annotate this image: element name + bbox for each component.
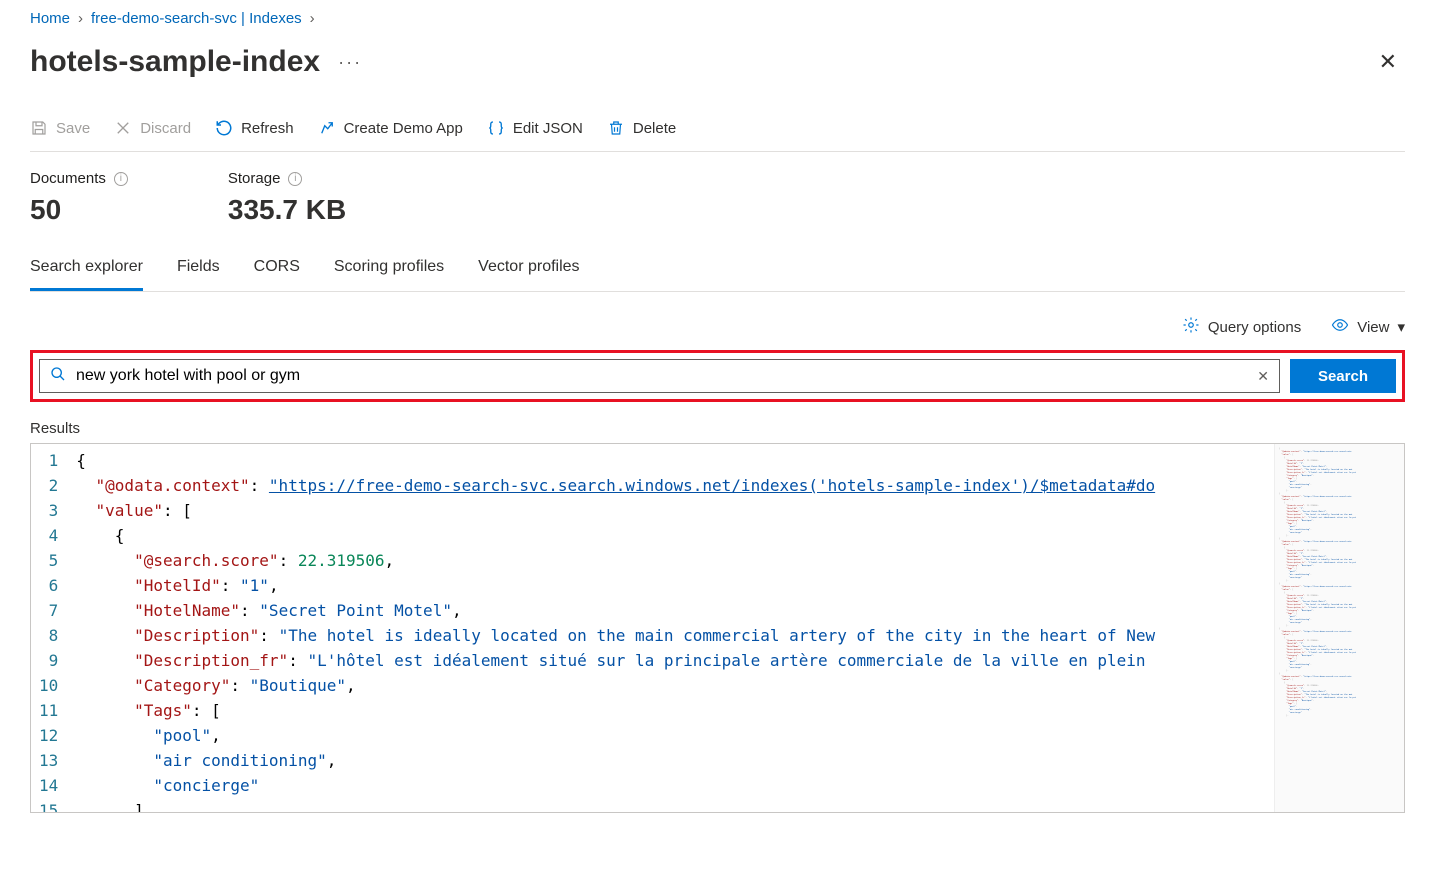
chevron-down-icon: ▾ [1397,318,1405,336]
query-options-button[interactable]: Query options [1182,316,1301,338]
info-icon[interactable]: i [114,172,128,186]
chevron-right-icon: › [78,10,83,27]
results-code[interactable]: { "@odata.context": "https://free-demo-s… [72,444,1274,812]
info-icon[interactable]: i [288,172,302,186]
clear-icon[interactable]: ✕ [1257,368,1269,385]
results-label: Results [30,420,1405,437]
documents-value: 50 [30,194,128,226]
tab-fields[interactable]: Fields [177,254,220,291]
storage-value: 335.7 KB [228,194,346,226]
view-button[interactable]: View ▾ [1331,316,1405,338]
discard-button: Discard [114,119,191,137]
save-icon [30,119,48,137]
line-numbers: 123456789101112131415 [31,444,72,812]
search-icon [50,366,66,387]
demo-app-icon [318,119,336,137]
tabs: Search explorer Fields CORS Scoring profile… [30,254,1405,292]
chevron-right-icon: › [310,10,315,27]
refresh-icon [215,119,233,137]
discard-icon [114,119,132,137]
results-editor: 123456789101112131415 { "@odata.context"… [30,443,1405,813]
search-input[interactable] [66,367,1257,385]
documents-stat: Documentsi 50 [30,170,128,226]
tab-search-explorer[interactable]: Search explorer [30,254,143,291]
tab-cors[interactable]: CORS [254,254,300,291]
storage-stat: Storagei 335.7 KB [228,170,346,226]
delete-button[interactable]: Delete [607,119,676,137]
eye-icon [1331,316,1349,338]
toolbar: Save Discard Refresh Create Demo App Edi… [30,119,1405,152]
breadcrumb: Home › free-demo-search-svc | Indexes › [30,10,1405,27]
create-demo-button[interactable]: Create Demo App [318,119,463,137]
tab-vector-profiles[interactable]: Vector profiles [478,254,579,291]
refresh-button[interactable]: Refresh [215,119,294,137]
breadcrumb-home[interactable]: Home [30,10,70,27]
breadcrumb-service[interactable]: free-demo-search-svc | Indexes [91,10,302,27]
edit-json-button[interactable]: Edit JSON [487,119,583,137]
search-row-highlight: ✕ Search [30,350,1405,402]
close-icon[interactable]: ✕ [1371,45,1405,79]
minimap[interactable]: { "@odata.context": "https://free-demo-s… [1274,444,1404,812]
search-button[interactable]: Search [1290,359,1396,393]
save-button: Save [30,119,90,137]
page-title: hotels-sample-index [30,45,320,79]
braces-icon [487,119,505,137]
trash-icon [607,119,625,137]
search-box: ✕ [39,359,1280,393]
tab-scoring-profiles[interactable]: Scoring profiles [334,254,444,291]
gear-icon [1182,316,1200,338]
more-icon[interactable]: ··· [338,52,362,73]
